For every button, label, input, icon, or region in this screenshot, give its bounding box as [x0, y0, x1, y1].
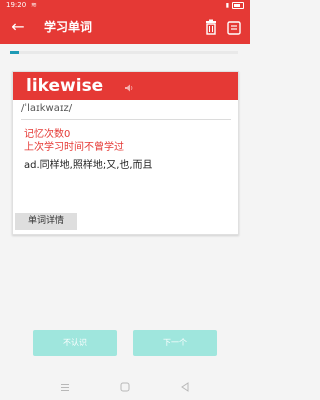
- unknown-button[interactable]: 不认识: [33, 330, 117, 356]
- phonetic-text: /ˈlaɪkwaɪz/: [21, 103, 73, 114]
- signal-icon: ▮: [225, 2, 229, 9]
- recent-apps-icon[interactable]: [60, 383, 70, 392]
- last-study-time: 上次学习时间不曾学过: [24, 142, 124, 153]
- battery-icon: [232, 2, 244, 9]
- trash-icon: [206, 19, 216, 35]
- wifi-icon: ≋: [31, 1, 37, 9]
- study-progress-fill: [10, 51, 20, 54]
- delete-button[interactable]: [203, 19, 219, 36]
- menu-icon: [227, 21, 241, 35]
- next-button[interactable]: 下一个: [133, 330, 217, 356]
- card-divider: [21, 119, 231, 120]
- speaker-icon[interactable]: [124, 84, 134, 92]
- menu-button[interactable]: [226, 19, 242, 36]
- page-title: 学习单词: [44, 20, 93, 34]
- status-right: ▮: [226, 0, 244, 11]
- back-triangle-icon[interactable]: [180, 382, 190, 392]
- word-text: likewise: [26, 76, 104, 96]
- word-card: likewise /ˈlaɪkwaɪz/ 记忆次数0 上次学习时间不曾学过 ad…: [12, 71, 239, 235]
- system-nav-bar: [0, 376, 250, 400]
- word-detail-button[interactable]: 单词详情: [15, 213, 77, 230]
- home-icon[interactable]: [120, 382, 130, 392]
- screen: 19:20 ≋ ▮ ← 学习单词 likewise /ˈlaɪkwaɪz/ 记忆…: [0, 0, 250, 400]
- word-meaning: ad.同样地,照样地;又,也,而且: [24, 160, 153, 171]
- study-progress-bar: [10, 51, 238, 54]
- toolbar: ← 学习单词: [0, 11, 250, 44]
- arrow-left-icon: ←: [11, 17, 25, 36]
- status-time: 19:20: [6, 1, 27, 9]
- word-card-header: likewise: [13, 72, 238, 100]
- status-bar: 19:20 ≋ ▮: [0, 0, 250, 11]
- back-button[interactable]: ←: [8, 17, 28, 37]
